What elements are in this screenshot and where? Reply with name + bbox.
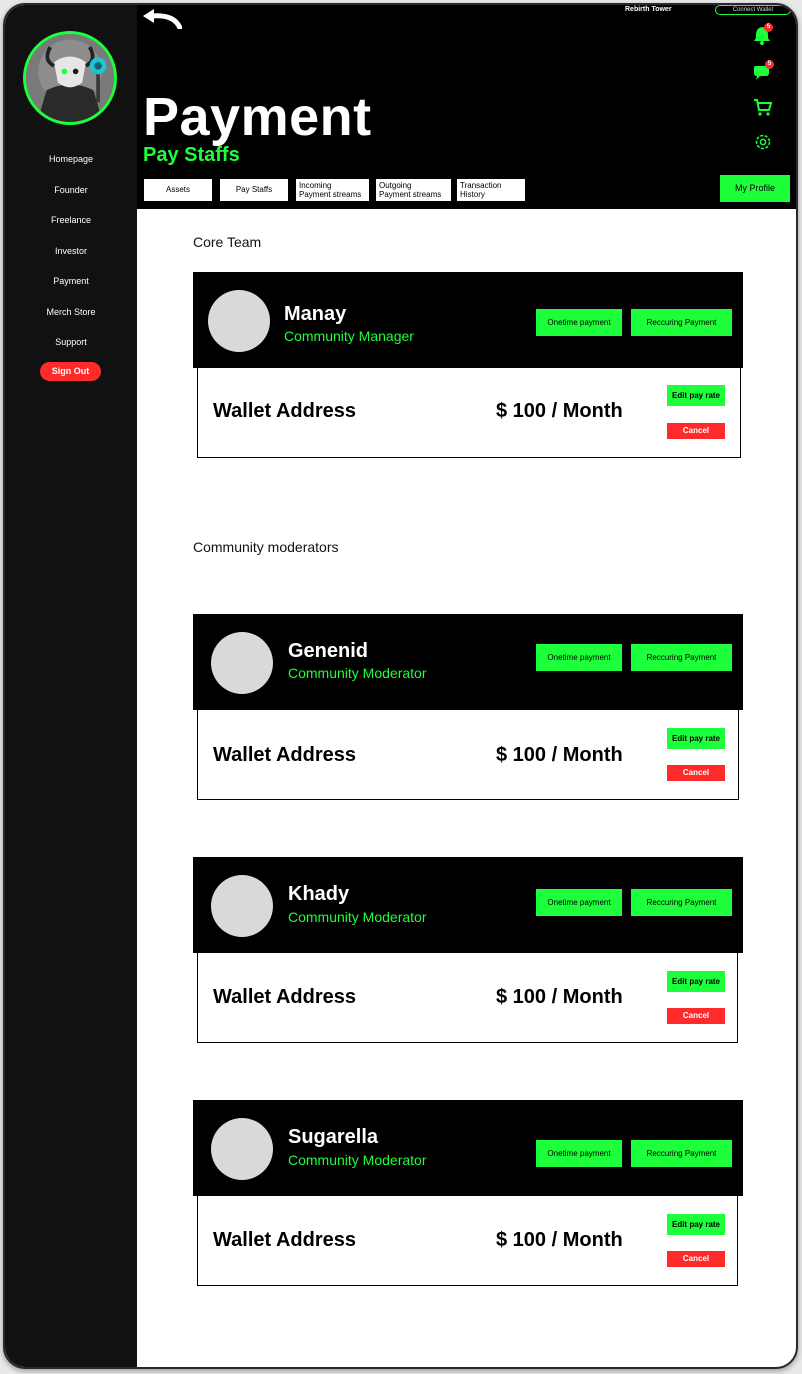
pay-rate-value: $ 100 / Month	[496, 1229, 623, 1251]
sidebar: Homepage Founder Freelance Investor Paym…	[5, 5, 137, 1367]
recurring-payment-button[interactable]: Reccuring Payment	[631, 644, 732, 671]
tab-pay-staffs-label: Pay Staffs	[235, 185, 273, 194]
staff-card-details: Wallet Address $ 100 / Month Edit pay ra…	[197, 368, 741, 458]
cancel-button[interactable]: Cancel	[667, 765, 725, 781]
settings-gear-icon[interactable]	[753, 132, 773, 152]
staff-role: Community Moderator	[288, 665, 427, 681]
sidebar-item-founder[interactable]: Founder	[5, 175, 137, 206]
sidebar-item-investor[interactable]: Investor	[5, 236, 137, 267]
staff-avatar	[211, 875, 273, 937]
notification-badge: 5	[764, 23, 773, 32]
page-title: Payment	[143, 87, 372, 147]
cart-icon[interactable]	[753, 97, 773, 117]
recurring-payment-button[interactable]: Reccuring Payment	[631, 889, 732, 916]
staff-card-header: Genenid Community Moderator Onetime paym…	[193, 614, 743, 710]
recurring-payment-button[interactable]: Reccuring Payment	[631, 309, 732, 336]
staff-card-header: Sugarella Community Moderator Onetime pa…	[193, 1100, 743, 1196]
staff-name: Genenid	[288, 640, 369, 662]
edit-pay-rate-button[interactable]: Edit pay rate	[667, 971, 725, 992]
edit-pay-rate-button[interactable]: Edit pay rate	[667, 385, 725, 406]
staff-name: Manay	[284, 303, 347, 325]
tab-incoming-line1: Incoming	[299, 181, 332, 190]
staff-card-details: Wallet Address $ 100 / Month Edit pay ra…	[197, 953, 738, 1043]
staff-avatar	[211, 632, 273, 694]
staff-avatar	[208, 290, 270, 352]
tab-pay-staffs[interactable]: Pay Staffs	[219, 178, 289, 202]
sidebar-item-merch-store[interactable]: Merch Store	[5, 297, 137, 328]
pay-rate-value: $ 100 / Month	[496, 400, 623, 422]
back-arrow-icon[interactable]	[140, 7, 183, 31]
pay-rate-value: $ 100 / Month	[496, 744, 623, 766]
staff-role: Community Manager	[284, 328, 414, 344]
tab-outgoing-payment-streams[interactable]: Outgoing Payment streams	[375, 178, 452, 202]
profile-avatar-image	[26, 34, 114, 122]
onetime-payment-button[interactable]: Onetime payment	[536, 889, 622, 916]
staff-role: Community Moderator	[288, 909, 427, 925]
wallet-address-label: Wallet Address	[213, 986, 356, 1008]
sidebar-item-payment[interactable]: Payment	[5, 266, 137, 297]
tab-transaction-history[interactable]: Transaction History	[456, 178, 526, 202]
sidebar-item-support[interactable]: Support	[5, 327, 137, 358]
connect-wallet-button[interactable]: Connect Wallet	[715, 5, 791, 15]
profile-avatar[interactable]	[23, 31, 117, 125]
sidebar-item-freelance[interactable]: Freelance	[5, 205, 137, 236]
app-title: Rebirth Tower	[625, 6, 672, 13]
sidebar-nav: Homepage Founder Freelance Investor Paym…	[5, 144, 137, 358]
pay-rate-value: $ 100 / Month	[496, 986, 623, 1008]
cancel-button[interactable]: Cancel	[667, 1251, 725, 1267]
wallet-address-label: Wallet Address	[213, 1229, 356, 1251]
message-badge: 5	[765, 60, 774, 69]
tab-outgoing-line1: Outgoing	[379, 181, 412, 190]
staff-name: Khady	[288, 883, 350, 905]
staff-card-details: Wallet Address $ 100 / Month Edit pay ra…	[197, 710, 739, 800]
edit-pay-rate-button[interactable]: Edit pay rate	[667, 728, 725, 749]
staff-avatar	[211, 1118, 273, 1180]
onetime-payment-button[interactable]: Onetime payment	[536, 309, 622, 336]
onetime-payment-button[interactable]: Onetime payment	[536, 644, 622, 671]
my-profile-button[interactable]: My Profile	[720, 175, 790, 202]
staff-card-details: Wallet Address $ 100 / Month Edit pay ra…	[197, 1196, 738, 1286]
tab-outgoing-line2: Payment streams	[379, 190, 442, 199]
page-header: Rebirth Tower Connect Wallet 5 5 Payment…	[137, 5, 796, 209]
page-subtitle: Pay Staffs	[143, 144, 240, 166]
app-window: Homepage Founder Freelance Investor Paym…	[3, 3, 798, 1369]
tab-transaction-line2: History	[460, 190, 485, 199]
tab-incoming-line2: Payment streams	[299, 190, 362, 199]
staff-card-header: Khady Community Moderator Onetime paymen…	[193, 857, 743, 953]
staff-card-header: Manay Community Manager Onetime payment …	[193, 272, 743, 368]
section-heading-community-moderators: Community moderators	[193, 539, 339, 555]
staff-role: Community Moderator	[288, 1152, 427, 1168]
wallet-address-label: Wallet Address	[213, 400, 356, 422]
tab-assets-label: Assets	[165, 185, 190, 194]
tab-incoming-payment-streams[interactable]: Incoming Payment streams	[295, 178, 370, 202]
recurring-payment-button[interactable]: Reccuring Payment	[631, 1140, 732, 1167]
tab-transaction-line1: Transaction	[460, 181, 502, 190]
bell-icon[interactable]: 5	[752, 23, 773, 45]
cancel-button[interactable]: Cancel	[667, 1008, 725, 1024]
staff-name: Sugarella	[288, 1126, 379, 1148]
section-heading-core-team: Core Team	[193, 234, 262, 250]
wallet-address-label: Wallet Address	[213, 744, 356, 766]
tab-assets[interactable]: Assets	[143, 178, 213, 202]
onetime-payment-button[interactable]: Onetime payment	[536, 1140, 622, 1167]
edit-pay-rate-button[interactable]: Edit pay rate	[667, 1214, 725, 1235]
chat-icon[interactable]: 5	[752, 60, 774, 82]
sign-out-button[interactable]: Sign Out	[40, 362, 101, 381]
cancel-button[interactable]: Cancel	[667, 423, 725, 439]
sidebar-item-homepage[interactable]: Homepage	[5, 144, 137, 175]
